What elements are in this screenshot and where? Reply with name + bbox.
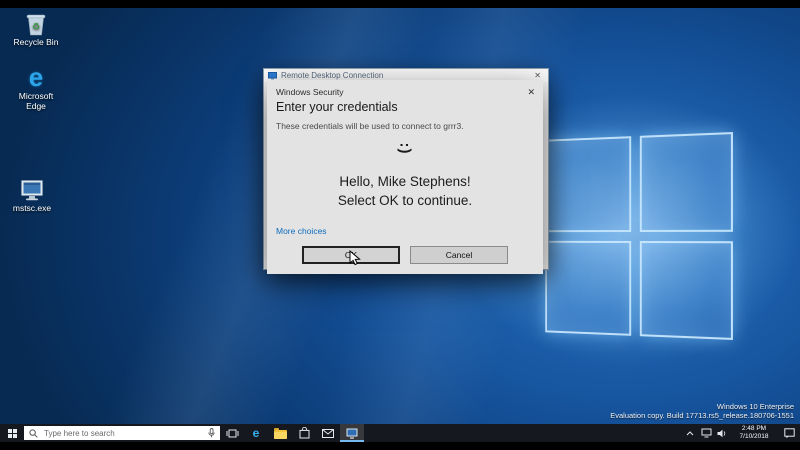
watermark-line1: Windows 10 Enterprise	[610, 402, 794, 411]
windows-start-icon	[8, 429, 17, 438]
hero-pane-bottom-right	[640, 241, 733, 340]
dialog-instruction: Select OK to continue.	[267, 193, 543, 208]
dialog-title: Windows Security	[276, 87, 525, 97]
desktop-icon-mstsc[interactable]: mstsc.exe	[4, 176, 60, 214]
desktop-icon-microsoft-edge[interactable]: e Microsoft Edge	[8, 64, 64, 111]
dialog-close-button[interactable]: ✕	[525, 87, 537, 98]
taskbar-app-remote-desktop[interactable]	[340, 424, 364, 442]
dialog-button-row: OK Cancel	[267, 246, 543, 264]
watermark-line2: Evaluation copy. Build 17713.rs5_release…	[610, 411, 794, 420]
clock-time: 2:48 PM	[730, 425, 778, 433]
dialog-greeting: Hello, Mike Stephens!	[267, 174, 543, 189]
clock-date: 7/10/2018	[730, 433, 778, 441]
evaluation-watermark: Windows 10 Enterprise Evaluation copy. B…	[610, 402, 794, 420]
edge-icon: e	[29, 64, 43, 90]
desktop-icon-recycle-bin[interactable]: ♻ Recycle Bin	[8, 10, 64, 48]
recycle-bin-icon: ♻	[25, 10, 47, 36]
dialog-description: These credentials will be used to connec…	[276, 121, 464, 131]
hero-pane-top-right	[640, 132, 733, 231]
file-explorer-icon	[274, 430, 287, 439]
start-button[interactable]	[0, 424, 24, 442]
network-icon	[701, 428, 712, 438]
mail-icon	[322, 429, 334, 438]
microphone-icon	[208, 428, 215, 438]
chevron-up-icon	[686, 431, 694, 436]
task-view-button[interactable]	[220, 424, 244, 442]
rdp-close-button[interactable]: ✕	[531, 71, 544, 80]
dialog-titlebar: Windows Security ✕	[267, 80, 543, 100]
ok-button[interactable]: OK	[302, 246, 400, 264]
svg-text:♻: ♻	[32, 22, 40, 32]
action-center-button[interactable]	[778, 424, 800, 442]
tray-network[interactable]	[698, 424, 714, 442]
remote-desktop-icon	[346, 428, 358, 439]
taskbar-app-mail[interactable]	[316, 424, 340, 442]
windows-hero-logo	[545, 132, 733, 340]
tray-volume[interactable]	[714, 424, 730, 442]
desktop-icon-label: Recycle Bin	[14, 38, 59, 48]
hello-smiley-icon: :)	[267, 140, 543, 158]
volume-icon	[717, 429, 727, 438]
rdp-window-icon	[268, 72, 277, 80]
desktop-icon-label: mstsc.exe	[13, 204, 51, 214]
store-icon	[299, 427, 310, 439]
desktop-icon-label: Microsoft Edge	[8, 92, 64, 111]
dialog-heading: Enter your credentials	[276, 100, 398, 114]
letterbox-top	[0, 0, 800, 8]
action-center-icon	[784, 428, 795, 439]
letterbox-bottom	[0, 442, 800, 450]
more-choices-link[interactable]: More choices	[276, 226, 327, 236]
taskbar-app-store[interactable]	[292, 424, 316, 442]
remote-desktop-app-icon	[19, 176, 45, 202]
cancel-button[interactable]: Cancel	[410, 246, 508, 264]
edge-icon: e	[253, 427, 260, 439]
taskbar: e	[0, 424, 800, 442]
taskbar-clock[interactable]: 2:48 PM 7/10/2018	[730, 425, 778, 441]
taskbar-app-edge[interactable]: e	[244, 424, 268, 442]
hero-pane-bottom-left	[545, 240, 631, 335]
windows-security-dialog: Windows Security ✕ Enter your credential…	[267, 80, 543, 274]
search-icon	[29, 429, 38, 438]
task-view-icon	[226, 428, 239, 439]
hero-pane-top-left	[545, 136, 631, 231]
taskbar-app-file-explorer[interactable]	[268, 424, 292, 442]
search-input[interactable]	[42, 428, 204, 439]
taskbar-search-box[interactable]	[24, 426, 220, 440]
rdp-window-title: Remote Desktop Connection	[281, 71, 527, 80]
tray-show-hidden-icons[interactable]	[682, 424, 698, 442]
desktop: ♻ Recycle Bin e Microsoft Edge mstsc.exe…	[0, 8, 800, 424]
